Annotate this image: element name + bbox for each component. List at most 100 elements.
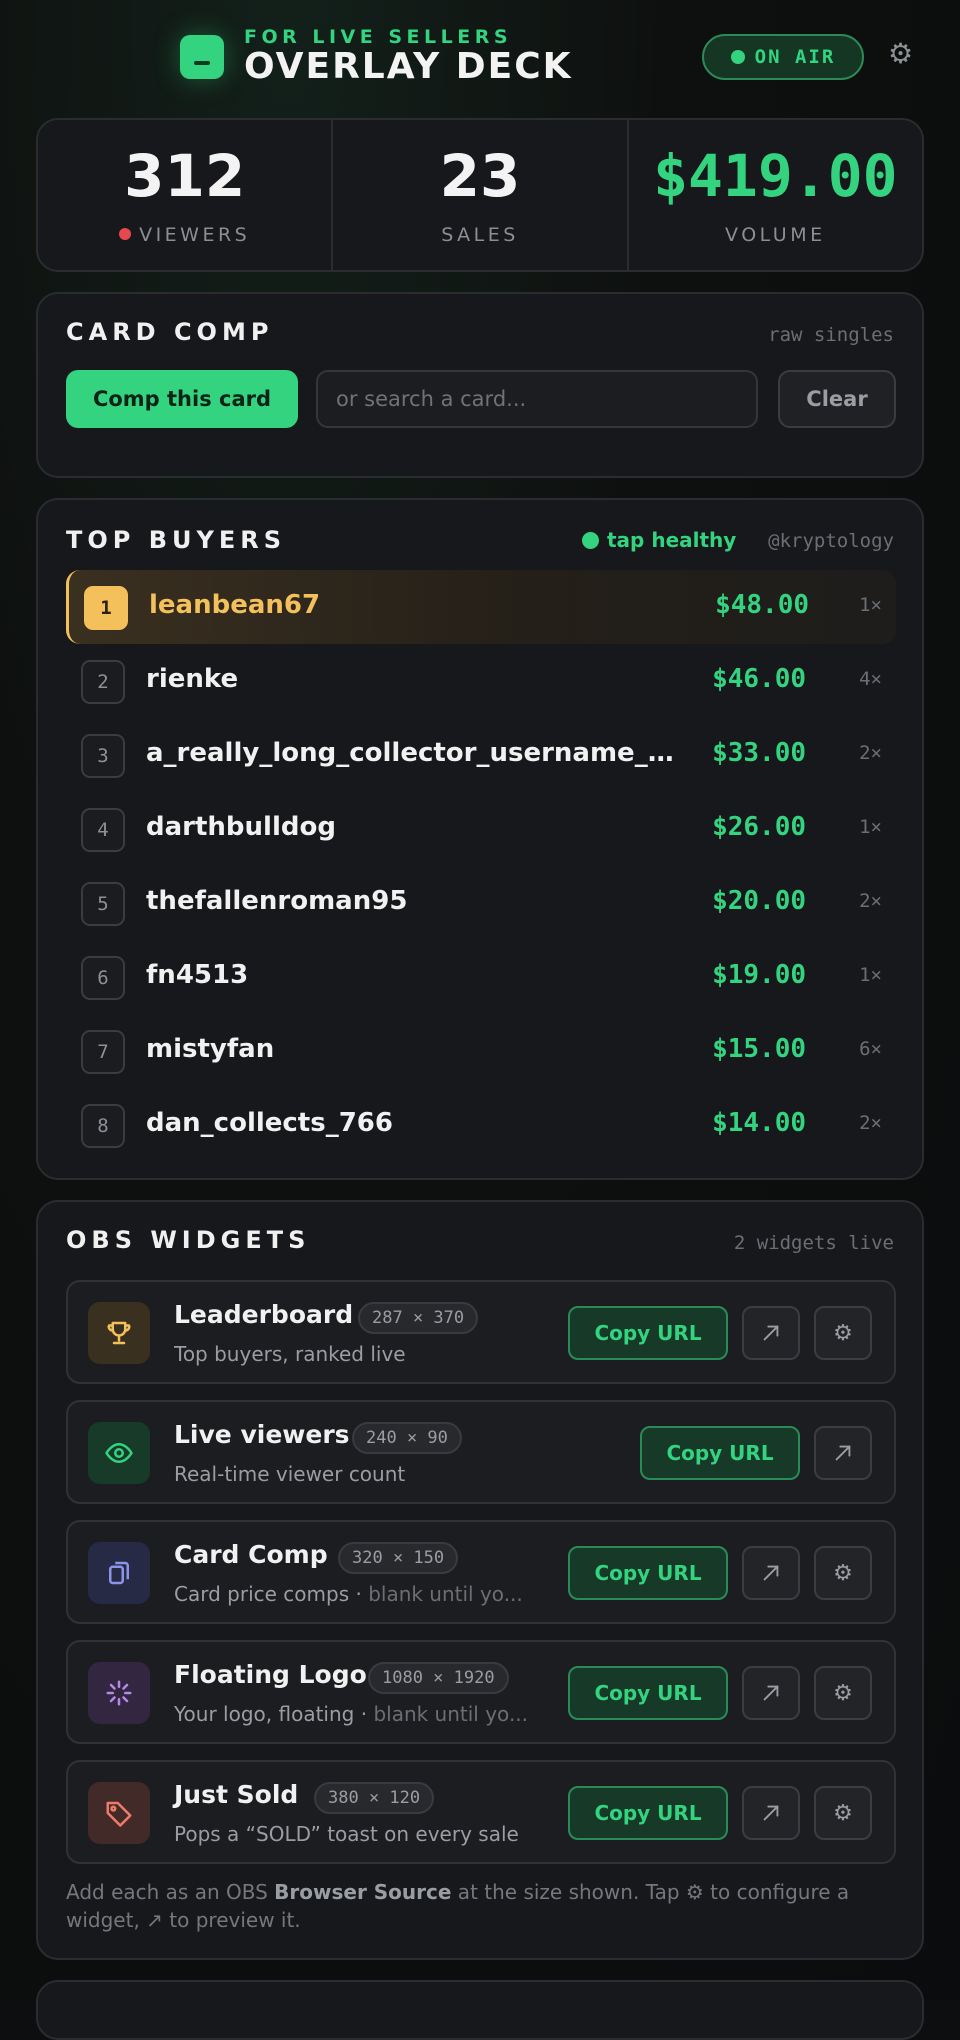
- stat-viewers-label: VIEWERS: [139, 224, 251, 246]
- preview-arrow-icon[interactable]: [742, 1666, 800, 1720]
- buyer-amount: $48.00: [715, 590, 809, 620]
- buyer-amount: $20.00: [712, 886, 806, 916]
- stat-volume: $419.00 VOLUME: [626, 120, 922, 270]
- widget-description: Card price comps · blank until yo...: [174, 1582, 542, 1606]
- next-panel: [36, 1980, 924, 2040]
- stats-panel: 312 VIEWERS 23 SALES $419.00 VOLUME: [36, 118, 924, 272]
- buyer-count: 2×: [859, 742, 882, 764]
- widget-description-main: Card price comps ·: [174, 1582, 369, 1606]
- footnote-bold: Browser Source: [274, 1880, 452, 1904]
- widget-title: Leaderboard: [174, 1300, 354, 1329]
- buyer-amount: $19.00: [712, 960, 806, 990]
- preview-arrow-icon[interactable]: [742, 1546, 800, 1600]
- buyer-row[interactable]: 1 leanbean67 $48.00 1×: [66, 570, 896, 644]
- app-header: FOR LIVE SELLERS OVERLAY DECK ON AIR ⚙: [0, 0, 960, 110]
- configure-gear-icon[interactable]: ⚙: [814, 1786, 872, 1840]
- widget-title: Card Comp: [174, 1540, 328, 1569]
- buyer-name: darthbulldog: [146, 812, 336, 842]
- copy-url-button[interactable]: Copy URL: [568, 1666, 728, 1720]
- stat-sales-label: SALES: [441, 224, 519, 246]
- configure-gear-icon[interactable]: ⚙: [814, 1306, 872, 1360]
- stat-volume-value: $419.00: [653, 142, 898, 210]
- stat-viewers: 312 VIEWERS: [38, 120, 331, 270]
- buyer-name: dan_collects_766: [146, 1108, 393, 1138]
- buyer-count: 2×: [859, 1112, 882, 1134]
- configure-gear-icon[interactable]: ⚙: [814, 1546, 872, 1600]
- account-handle: @kryptology: [768, 530, 894, 552]
- preview-arrow-icon[interactable]: [742, 1786, 800, 1840]
- card-comp-aside: raw singles: [768, 324, 894, 346]
- buyer-count: 1×: [859, 964, 882, 986]
- buyer-amount: $26.00: [712, 812, 806, 842]
- stat-sales: 23 SALES: [331, 120, 626, 270]
- buyer-rank: 6: [81, 956, 125, 1000]
- widget-size-badge: 1080 × 1920: [368, 1662, 509, 1694]
- top-buyers-title: TOP BUYERS: [66, 526, 287, 554]
- copy-url-button[interactable]: Copy URL: [568, 1546, 728, 1600]
- clear-button[interactable]: Clear: [778, 370, 896, 428]
- buyer-count: 1×: [859, 816, 882, 838]
- spinner-icon: [88, 1662, 150, 1724]
- on-air-label: ON AIR: [754, 46, 836, 68]
- buyer-row[interactable]: 3 a_really_long_collector_username_h... …: [66, 718, 896, 792]
- buyer-amount: $15.00: [712, 1034, 806, 1064]
- widgets-live-count: 2 widgets live: [733, 1232, 894, 1254]
- buyer-name: leanbean67: [149, 590, 321, 620]
- comp-this-card-button[interactable]: Comp this card: [66, 370, 298, 428]
- copy-url-button[interactable]: Copy URL: [568, 1306, 728, 1360]
- widget-description-muted: blank until yo...: [368, 1582, 523, 1606]
- buyer-rank: 2: [81, 660, 125, 704]
- card-comp-title: CARD COMP: [66, 318, 274, 346]
- buyer-rank: 3: [81, 734, 125, 778]
- buyer-rank: 5: [81, 882, 125, 926]
- buyer-count: 2×: [859, 890, 882, 912]
- buyer-rank: 8: [81, 1104, 125, 1148]
- widget-description: Top buyers, ranked live: [174, 1342, 406, 1366]
- buyer-row[interactable]: 5 thefallenroman95 $20.00 2×: [66, 866, 896, 940]
- settings-gear-icon[interactable]: ⚙: [888, 40, 913, 68]
- trophy-icon: [88, 1302, 150, 1364]
- buyer-row[interactable]: 6 fn4513 $19.00 1×: [66, 940, 896, 1014]
- copy-url-button[interactable]: Copy URL: [640, 1426, 800, 1480]
- stat-viewers-label-wrap: VIEWERS: [38, 224, 331, 246]
- buyer-rank: 7: [81, 1030, 125, 1074]
- buyer-row[interactable]: 8 dan_collects_766 $14.00 2×: [66, 1088, 896, 1162]
- obs-widgets-title: OBS WIDGETS: [66, 1226, 311, 1254]
- app-eyebrow: FOR LIVE SELLERS: [244, 26, 513, 48]
- tap-status: tap healthy: [582, 528, 736, 552]
- top-buyers-panel: TOP BUYERS tap healthy @kryptology 1 lea…: [36, 498, 924, 1180]
- stat-viewers-value: 312: [124, 142, 246, 210]
- buyer-row[interactable]: 7 mistyfan $15.00 6×: [66, 1014, 896, 1088]
- buyer-name: mistyfan: [146, 1034, 275, 1064]
- preview-arrow-icon[interactable]: [814, 1426, 872, 1480]
- live-dot-icon: [119, 228, 132, 240]
- preview-arrow-icon[interactable]: [742, 1306, 800, 1360]
- widget-leaderboard: Leaderboard 287 × 370 Top buyers, ranked…: [66, 1280, 896, 1384]
- buyer-row[interactable]: 4 darthbulldog $26.00 1×: [66, 792, 896, 866]
- buyer-name: fn4513: [146, 960, 249, 990]
- widget-description-main: Your logo, floating ·: [174, 1702, 374, 1726]
- eye-icon: [88, 1422, 150, 1484]
- buyer-rank: 1: [84, 586, 128, 630]
- buyer-rank: 4: [81, 808, 125, 852]
- cards-icon: [88, 1542, 150, 1604]
- card-search-input[interactable]: [316, 370, 758, 428]
- widget-title: Just Sold: [174, 1780, 299, 1809]
- configure-gear-icon[interactable]: ⚙: [814, 1666, 872, 1720]
- live-status-dot-icon: [730, 50, 745, 64]
- on-air-badge[interactable]: ON AIR: [702, 34, 864, 80]
- widgets-footnote: Add each as an OBS Browser Source at the…: [66, 1878, 896, 1934]
- buyer-count: 6×: [859, 1038, 882, 1060]
- buyer-amount: $33.00: [712, 738, 806, 768]
- widget-description: Your logo, floating · blank until yo...: [174, 1702, 542, 1726]
- widget-floating-logo: Floating Logo 1080 × 1920 Your logo, flo…: [66, 1640, 896, 1744]
- buyer-list: 1 leanbean67 $48.00 1× 2 rienke $46.00 4…: [66, 570, 896, 1162]
- buyer-count: 1×: [859, 594, 882, 616]
- widget-title: Live viewers: [174, 1420, 350, 1449]
- copy-url-button[interactable]: Copy URL: [568, 1786, 728, 1840]
- widget-size-badge: 287 × 370: [358, 1302, 479, 1334]
- buyer-row[interactable]: 2 rienke $46.00 4×: [66, 644, 896, 718]
- tap-status-label: tap healthy: [607, 528, 737, 552]
- tap-status-dot-icon: [582, 531, 599, 549]
- buyer-amount: $46.00: [712, 664, 806, 694]
